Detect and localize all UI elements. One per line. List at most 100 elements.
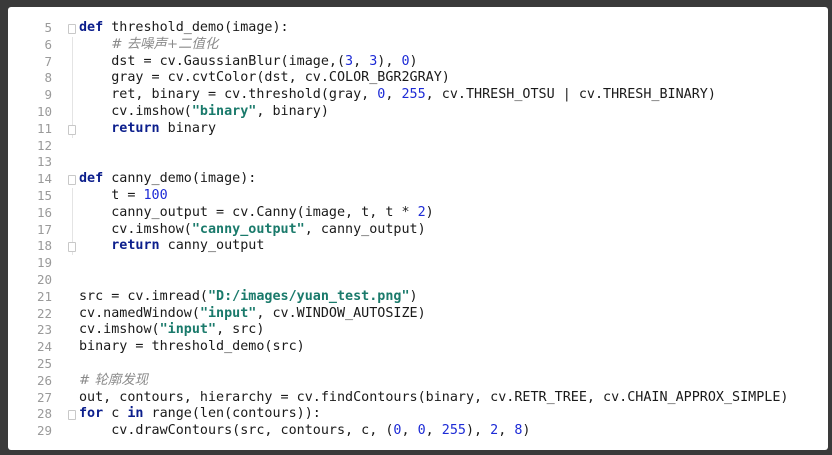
- line-number: 28: [36, 406, 52, 422]
- line-number: 23: [36, 322, 52, 338]
- code-token: ),: [377, 53, 402, 69]
- code-line[interactable]: dst = cv.GaussianBlur(image,(3, 3), 0): [79, 53, 418, 71]
- code-token: ): [409, 53, 418, 69]
- code-line[interactable]: gray = cv.cvtColor(dst, cv.COLOR_BGR2GRA…: [79, 70, 450, 87]
- indent-guide: [72, 36, 73, 138]
- code-token: cv.drawContours(src, contours, c, (: [79, 423, 394, 439]
- number-token: 0: [401, 53, 410, 69]
- code-token: t =: [79, 188, 144, 203]
- keyword-token: return: [111, 120, 160, 136]
- code-line[interactable]: return binary: [79, 121, 216, 138]
- code-token: threshold_demo(image):: [103, 20, 289, 35]
- line-number: 16: [36, 204, 52, 220]
- code-token: , cv.WINDOW_AUTOSIZE): [256, 305, 426, 321]
- number-token: 0: [417, 423, 426, 439]
- code-line[interactable]: out, contours, hierarchy = cv.findContou…: [79, 390, 788, 407]
- keyword-token: for: [79, 406, 104, 422]
- code-token: ,: [425, 423, 442, 439]
- code-token: binary: [159, 120, 217, 136]
- code-token: range(len(contours)):: [143, 406, 321, 422]
- code-token: canny_output = cv.Canny(image, t, t *: [79, 204, 418, 220]
- line-number: 22: [36, 305, 52, 321]
- number-token: 255: [401, 87, 426, 103]
- code-line[interactable]: cv.namedWindow("input", cv.WINDOW_AUTOSI…: [79, 306, 426, 323]
- code-token: ret, binary = cv.threshold(gray,: [79, 87, 378, 103]
- line-number: 7: [44, 53, 52, 69]
- code-token: src = cv.imread(: [79, 288, 208, 304]
- fold-marker-icon[interactable]: [68, 175, 76, 186]
- line-number: 17: [36, 221, 52, 237]
- fold-marker-icon[interactable]: [68, 410, 76, 421]
- keyword-token: return: [111, 238, 160, 254]
- line-number: 10: [36, 104, 52, 119]
- code-line[interactable]: cv.imshow("binary", binary): [79, 104, 329, 121]
- code-line[interactable]: src = cv.imread("D:/images/yuan_test.png…: [79, 289, 418, 306]
- keyword-token: def: [79, 171, 104, 187]
- line-number: 27: [36, 389, 52, 405]
- keyword-token: in: [127, 406, 144, 422]
- code-token: ),: [465, 423, 491, 439]
- code-token: out, contours, hierarchy = cv.findContou…: [79, 389, 789, 405]
- fold-marker-icon[interactable]: [68, 124, 76, 135]
- number-token: 255: [441, 423, 466, 439]
- line-number: 5: [44, 20, 52, 35]
- code-token: , cv.THRESH_OTSU | cv.THRESH_BINARY): [425, 87, 716, 103]
- line-number: 8: [44, 70, 52, 86]
- comment-token: # 轮廓发现: [79, 372, 149, 388]
- code-token: canny_output: [159, 238, 265, 254]
- fold-marker-icon[interactable]: [68, 242, 76, 253]
- string-token: "input": [159, 322, 217, 338]
- code-line[interactable]: return canny_output: [79, 238, 264, 255]
- line-number: 19: [36, 255, 52, 271]
- code-token: gray = cv.cvtColor(dst, cv.COLOR_BGR2GRA…: [79, 70, 450, 86]
- line-number: 21: [36, 288, 52, 304]
- line-number: 9: [44, 87, 52, 103]
- code-line[interactable]: ret, binary = cv.threshold(gray, 0, 255,…: [79, 87, 716, 104]
- line-number: 13: [36, 154, 52, 170]
- code-line[interactable]: for c in range(len(contours)):: [79, 406, 321, 423]
- code-line[interactable]: def threshold_demo(image):: [79, 20, 289, 37]
- line-number: 14: [36, 171, 52, 187]
- code-token: ): [425, 204, 434, 220]
- line-number: 11: [36, 120, 52, 136]
- code-token: dst = cv.GaussianBlur(image,(: [79, 53, 346, 69]
- code-line[interactable]: t = 100: [79, 188, 167, 205]
- fold-marker-icon[interactable]: [68, 24, 76, 34]
- code-line[interactable]: canny_output = cv.Canny(image, t, t * 2): [79, 205, 434, 222]
- code-token: , binary): [256, 104, 329, 119]
- code-line[interactable]: # 轮廓发现: [79, 373, 148, 390]
- line-number: 24: [36, 339, 52, 355]
- code-token: cv.imshow(: [79, 322, 160, 338]
- code-line[interactable]: def canny_demo(image):: [79, 171, 256, 188]
- code-token: canny_demo(image):: [103, 171, 257, 187]
- code-token: cv.namedWindow(: [79, 305, 200, 321]
- number-token: 3: [345, 53, 354, 69]
- code-token: , src): [216, 322, 265, 338]
- code-token: cv.imshow(: [79, 104, 192, 119]
- string-token: "binary": [191, 104, 257, 119]
- code-token: ): [409, 288, 418, 304]
- comment-token: # 去噪声+二值化: [111, 36, 219, 52]
- code-line[interactable]: # 去噪声+二值化: [79, 37, 218, 54]
- keyword-token: def: [79, 20, 104, 35]
- code-token: ): [522, 423, 531, 439]
- code-token: , canny_output): [304, 221, 426, 237]
- code-token: ,: [401, 423, 418, 439]
- string-token: "input": [199, 305, 257, 321]
- line-number: 12: [36, 137, 52, 153]
- code-line[interactable]: binary = threshold_demo(src): [79, 339, 305, 356]
- code-token: ,: [498, 423, 515, 439]
- code-token: c: [103, 406, 128, 422]
- code-line[interactable]: cv.imshow("input", src): [79, 322, 264, 339]
- code-editor[interactable]: 5 def threshold_demo(image): 6 # 去噪声+二值化 7 …: [8, 7, 828, 450]
- code-line[interactable]: cv.imshow("canny_output", canny_output): [79, 221, 426, 239]
- line-number: 20: [36, 272, 52, 287]
- code-line[interactable]: cv.drawContours(src, contours, c, (0, 0,…: [79, 423, 530, 440]
- line-number: 29: [36, 423, 52, 439]
- code-token: cv.imshow(: [79, 221, 192, 237]
- code-token: ,: [353, 53, 370, 69]
- code-token: binary = threshold_demo(src): [79, 339, 305, 355]
- line-number: 25: [36, 356, 52, 371]
